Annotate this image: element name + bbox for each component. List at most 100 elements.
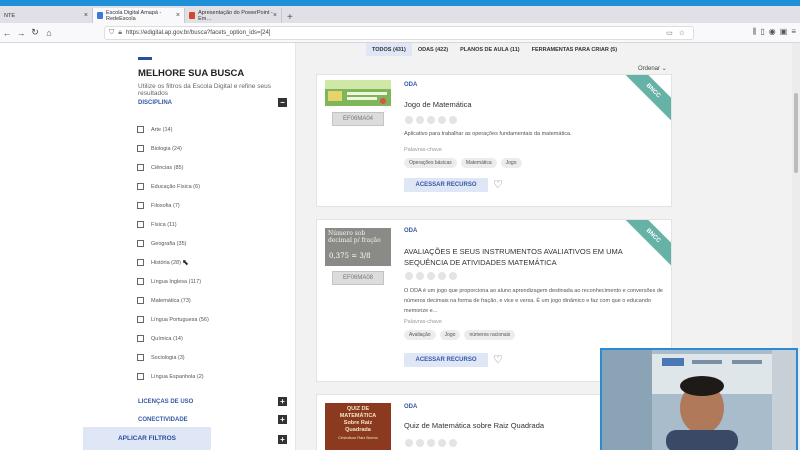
checkbox[interactable] (137, 259, 144, 266)
filter-item[interactable]: Língua Portuguesa (56) (137, 310, 209, 329)
filter-item[interactable]: Química (14) (137, 329, 209, 348)
keyword-chip[interactable]: Matemática (460, 158, 497, 168)
address-bar[interactable]: ⛉ 🔒︎ https://edigital.ap.gov.br/busca?fa… (104, 26, 694, 40)
resource-title[interactable]: Jogo de Matemática (404, 99, 664, 110)
rating-stars[interactable] (405, 116, 457, 124)
home-icon[interactable]: ⌂ (42, 28, 56, 38)
rating-stars[interactable] (405, 272, 457, 280)
keyword-chip[interactable]: Operações básicas (404, 158, 457, 168)
filter-item[interactable]: História (28) ⬉ (137, 253, 209, 272)
reload-icon[interactable]: ↻ (28, 27, 42, 38)
filter-item[interactable]: Ciências (85) (137, 158, 209, 177)
close-tab-icon[interactable]: × (273, 12, 277, 19)
star-icon[interactable] (427, 272, 435, 280)
checkbox[interactable] (137, 221, 144, 228)
browser-tab-escola-digital[interactable]: Escola Digital Amapá - RedeEscola × (93, 8, 185, 23)
resource-thumbnail[interactable]: Número sob decimal p/ fração 0,375 = 3/8 (325, 228, 391, 266)
star-icon[interactable] (449, 272, 457, 280)
discipline-header[interactable]: DISCIPLINA (138, 100, 172, 106)
bncc-code-button[interactable]: EF06MA04 (332, 112, 384, 126)
expand-licenses-button[interactable]: + (278, 397, 287, 406)
filter-label: História (28) (151, 259, 181, 266)
checkbox[interactable] (137, 164, 144, 171)
checkbox[interactable] (137, 316, 144, 323)
collapse-discipline-button[interactable]: − (278, 98, 287, 107)
library-icon[interactable]: ⫼ (753, 27, 757, 37)
star-icon[interactable] (449, 116, 457, 124)
lock-icon: 🔒︎ (118, 29, 122, 36)
extensions-icon[interactable]: ▣ (780, 27, 788, 37)
filter-item[interactable]: Língua Espanhola (2) (137, 367, 209, 386)
apply-filters-button[interactable]: APLICAR FILTROS (83, 427, 211, 450)
bncc-code-button[interactable]: EF06MA08 (332, 271, 384, 285)
resource-thumbnail[interactable] (325, 80, 391, 106)
star-icon[interactable] (438, 116, 446, 124)
star-icon[interactable] (405, 116, 413, 124)
checkbox[interactable] (137, 297, 144, 304)
checkbox[interactable] (137, 183, 144, 190)
resource-thumbnail[interactable]: QUIZ DE MATEMÁTICA Sobre Raiz Quadrada C… (325, 403, 391, 450)
filter-item[interactable]: Biologia (24) (137, 139, 209, 158)
star-icon[interactable] (405, 439, 413, 447)
tab-odas[interactable]: ODAS (422) (412, 43, 454, 56)
tab-bar: NTE × Escola Digital Amapá - RedeEscola … (0, 6, 800, 23)
rating-stars[interactable] (405, 439, 457, 447)
star-icon[interactable] (449, 439, 457, 447)
licenses-header[interactable]: LICENÇAS DE USO (138, 399, 193, 405)
page-actions-icon[interactable]: ▭ ☆ (666, 29, 687, 37)
star-icon[interactable] (427, 439, 435, 447)
tab-ferramentas[interactable]: FERRAMENTAS PARA CRIAR (5) (526, 43, 623, 56)
checkbox[interactable] (137, 373, 144, 380)
filter-item[interactable]: Física (11) (137, 215, 209, 234)
keyword-chip[interactable]: Avaliação (404, 330, 436, 340)
checkbox[interactable] (137, 145, 144, 152)
browser-tab-powerpoint[interactable]: Apresentação do PowerPoint - Em… × (185, 8, 282, 23)
star-icon[interactable] (416, 272, 424, 280)
star-icon[interactable] (438, 439, 446, 447)
keyword-chip[interactable]: Jogo (500, 158, 522, 168)
access-resource-button[interactable]: ACESSAR RECURSO (404, 178, 488, 192)
expand-connectivity-button[interactable]: + (278, 415, 287, 424)
filter-item[interactable]: Geografia (35) (137, 234, 209, 253)
close-tab-icon[interactable]: × (176, 12, 180, 19)
star-icon[interactable] (416, 116, 424, 124)
star-icon[interactable] (405, 272, 413, 280)
checkbox[interactable] (137, 354, 144, 361)
filter-item[interactable]: Língua Inglesa (117) (137, 272, 209, 291)
checkbox[interactable] (137, 278, 144, 285)
navigation-bar: ← → ↻ ⌂ ⛉ 🔒︎ https://edigital.ap.gov.br/… (0, 23, 800, 43)
sort-dropdown[interactable]: Ordenar ⌄ (638, 65, 667, 72)
connectivity-header[interactable]: CONECTIVIDADE (138, 417, 188, 423)
filter-item[interactable]: Educação Física (6) (137, 177, 209, 196)
scrollbar-thumb[interactable] (794, 93, 798, 173)
favorite-heart-icon[interactable]: ♡ (493, 353, 503, 366)
checkbox[interactable] (137, 240, 144, 247)
close-tab-icon[interactable]: × (84, 12, 88, 19)
tab-planos-de-aula[interactable]: PLANOS DE AULA (11) (454, 43, 526, 56)
keyword-chip[interactable]: Jogo (439, 330, 461, 340)
keyword-chip[interactable]: números racionais (464, 330, 516, 340)
filter-item[interactable]: Matemática (73) (137, 291, 209, 310)
expand-more-button[interactable]: + (278, 435, 287, 444)
checkbox[interactable] (137, 202, 144, 209)
checkbox[interactable] (137, 126, 144, 133)
forward-icon[interactable]: → (14, 28, 28, 38)
filter-item[interactable]: Filosofia (7) (137, 196, 209, 215)
sidebar-icon[interactable]: ▯ (760, 27, 764, 37)
filter-item[interactable]: Sociologia (3) (137, 348, 209, 367)
resource-type: ODA (404, 82, 418, 88)
new-tab-button[interactable]: + (282, 12, 298, 23)
access-resource-button[interactable]: ACESSAR RECURSO (404, 353, 488, 367)
menu-icon[interactable]: ≡ (791, 27, 796, 37)
star-icon[interactable] (416, 439, 424, 447)
filter-item[interactable]: Arte (14) (137, 120, 209, 139)
browser-tab-nte[interactable]: NTE × (0, 8, 93, 23)
checkbox[interactable] (137, 335, 144, 342)
star-icon[interactable] (427, 116, 435, 124)
tab-todos[interactable]: TODOS (431) (366, 43, 412, 56)
account-icon[interactable]: ◉ (769, 27, 776, 37)
resource-title[interactable]: AVALIAÇÕES E SEUS INSTRUMENTOS AVALIATIV… (404, 246, 664, 268)
star-icon[interactable] (438, 272, 446, 280)
back-icon[interactable]: ← (0, 28, 14, 38)
favorite-heart-icon[interactable]: ♡ (493, 178, 503, 191)
